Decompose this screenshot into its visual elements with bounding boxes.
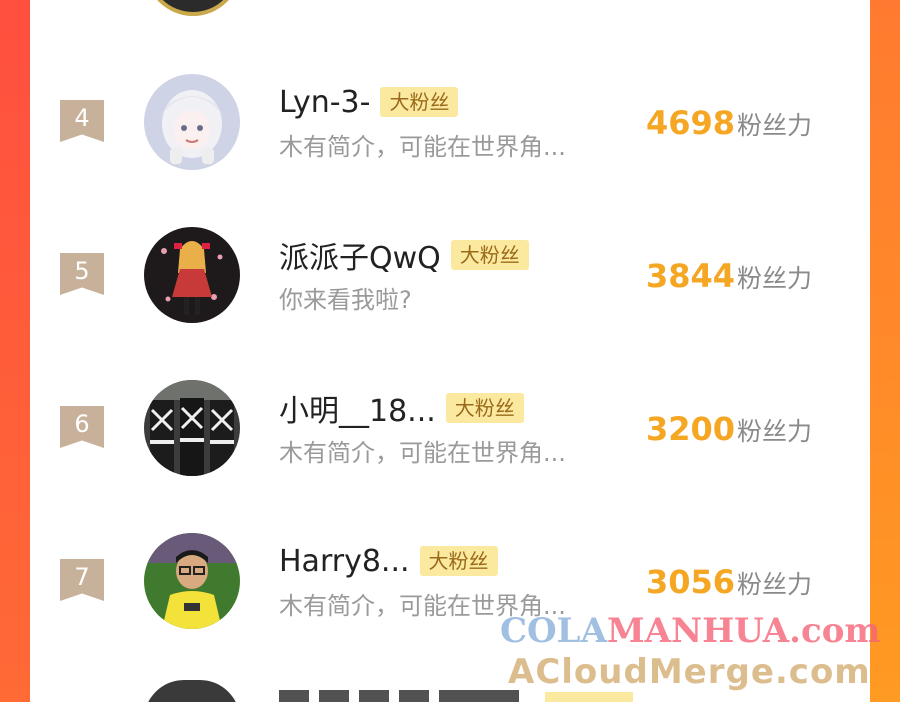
- fan-name[interactable]: Lyn-3-: [279, 85, 370, 120]
- watermark-line-1: COLAMANHUA.com: [500, 612, 880, 650]
- person-photo-avatar-icon[interactable]: [144, 533, 240, 629]
- fan-level-badge: 大粉丝: [450, 240, 529, 270]
- fan-name[interactable]: 派派子QwQ: [279, 233, 441, 277]
- fan-level-badge: 大粉丝: [445, 393, 524, 423]
- fan-bio: 木有简介，可能在世界角...: [279, 439, 566, 467]
- rank-badge: 4: [60, 100, 104, 142]
- fan-name-line: Harry8... 大粉丝: [279, 539, 498, 583]
- fan-score-unit: 粉丝力: [737, 111, 813, 140]
- anime-girl-avatar-icon[interactable]: [144, 74, 240, 170]
- fan-name-line: 派派子QwQ 大粉丝: [279, 233, 529, 277]
- fan-score: 4698: [646, 104, 736, 142]
- fan-score-unit: 粉丝力: [737, 417, 813, 446]
- fan-bio: 木有简介，可能在世界角...: [279, 133, 566, 161]
- rank-badge: 7: [60, 559, 104, 601]
- fan-bio: 你来看我啦?: [279, 286, 412, 314]
- left-gradient-edge: [0, 0, 30, 702]
- right-gradient-edge: [870, 0, 900, 702]
- anime-character-avatar-icon[interactable]: [144, 227, 240, 323]
- fan-level-badge: 大粉丝: [380, 87, 459, 117]
- rank-badge: 6: [60, 406, 104, 448]
- fan-list-item[interactable]: 5 派派子QwQ 大粉丝 你来看我啦? 3844 粉丝力: [30, 217, 870, 327]
- fan-score-unit: 粉丝力: [737, 570, 813, 599]
- fan-list-item[interactable]: 6 小明__18... 大粉丝 木有简介，可能在世界角... 3200 粉丝力: [30, 370, 870, 480]
- fan-level-badge: 大粉丝: [419, 546, 498, 576]
- next-row-name-cutoff: [279, 690, 519, 702]
- watermark-line-2: ACloudMerge.com: [508, 652, 871, 692]
- watermark-part-cola: COLA: [500, 611, 607, 651]
- fan-name[interactable]: Harry8...: [279, 544, 410, 579]
- fan-name[interactable]: 小明__18...: [279, 386, 436, 430]
- next-row-avatar: [144, 680, 240, 702]
- fan-name-line: 小明__18... 大粉丝: [279, 386, 524, 430]
- fan-list-item[interactable]: 4 Lyn-3- 大粉丝 木有简介，可能在世界角... 4698 粉丝力: [30, 64, 870, 174]
- fan-score: 3056: [646, 563, 736, 601]
- soldiers-avatar-icon[interactable]: [144, 380, 240, 476]
- fan-ranking-card: 4 Lyn-3- 大粉丝 木有简介，可能在世界角... 4698 粉丝力 5 派…: [30, 0, 870, 702]
- watermark-part-manhua: MANHUA.com: [606, 611, 881, 651]
- fan-name-line: Lyn-3- 大粉丝: [279, 80, 459, 124]
- fan-score-unit: 粉丝力: [737, 264, 813, 293]
- fan-score: 3200: [646, 410, 736, 448]
- next-row-badge-cutoff: [545, 692, 633, 702]
- previous-row-avatar: [145, 0, 241, 16]
- rank-badge: 5: [60, 253, 104, 295]
- fan-score: 3844: [646, 257, 736, 295]
